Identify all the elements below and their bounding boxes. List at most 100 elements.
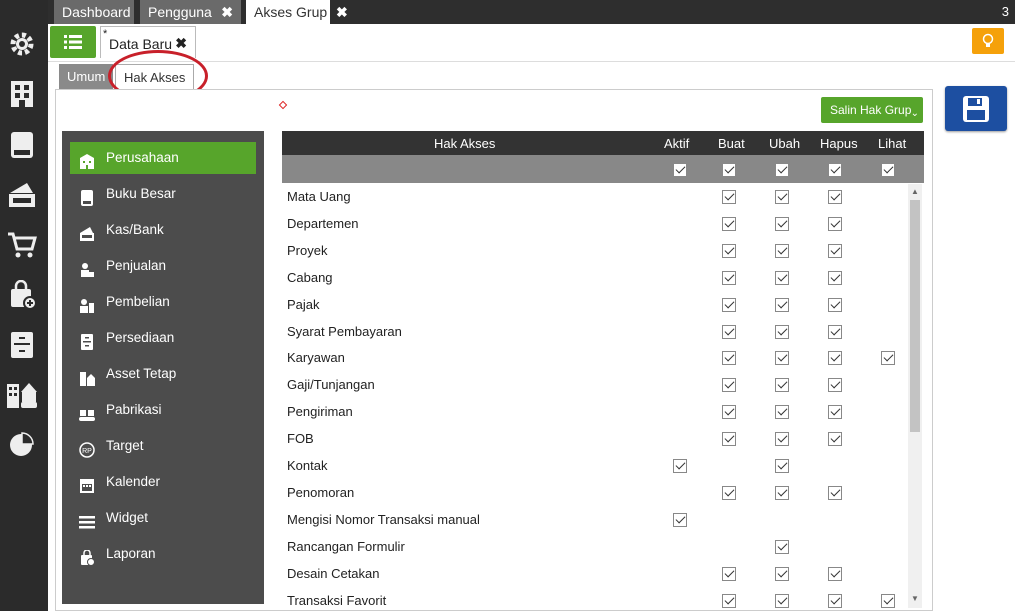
hapus-checkbox[interactable]: [828, 351, 842, 366]
close-icon[interactable]: ✖: [175, 35, 187, 52]
building-icon: [79, 150, 95, 169]
menu-item-kas-bank[interactable]: Kas/Bank: [70, 214, 256, 246]
company-icon[interactable]: [5, 77, 39, 111]
hapus-checkbox[interactable]: [828, 216, 842, 231]
menu-item-persediaan[interactable]: Persediaan: [70, 322, 256, 354]
select-all-ubah-checkbox[interactable]: [775, 163, 789, 177]
tips-button[interactable]: [972, 28, 1004, 54]
asset-icon[interactable]: [5, 378, 39, 412]
ubah-checkbox[interactable]: [775, 270, 789, 285]
hapus-checkbox[interactable]: [828, 593, 842, 608]
hapus-checkbox[interactable]: [828, 485, 842, 500]
tab-dashboard[interactable]: Dashboard: [54, 0, 134, 24]
table-row: Transaksi Favorit: [282, 587, 906, 614]
menu-item-pabrikasi[interactable]: Pabrikasi: [70, 394, 256, 426]
tab-hak-akses[interactable]: Hak Akses: [115, 64, 195, 91]
ubah-checkbox[interactable]: [775, 432, 789, 447]
close-icon[interactable]: ✖: [336, 4, 348, 20]
buat-checkbox[interactable]: [722, 351, 736, 366]
buat-checkbox[interactable]: [722, 297, 736, 312]
buat-checkbox[interactable]: [722, 405, 736, 420]
menu-item-pembelian[interactable]: Pembelian: [70, 286, 256, 318]
aktif-checkbox[interactable]: [673, 459, 687, 473]
doc-tab-data-baru[interactable]: * Data Baru ✖: [100, 26, 196, 58]
select-all-hapus-checkbox[interactable]: [828, 163, 842, 177]
menu-item-target[interactable]: RP Target: [70, 430, 256, 462]
settings-icon[interactable]: [5, 27, 39, 61]
salin-hak-grup-button[interactable]: Salin Hak Grup ⌄: [821, 97, 923, 123]
hapus-checkbox[interactable]: [828, 270, 842, 285]
buat-checkbox[interactable]: [722, 243, 736, 258]
ubah-checkbox[interactable]: [775, 485, 789, 500]
hapus-checkbox[interactable]: [828, 324, 842, 339]
menu-item-buku-besar[interactable]: Buku Besar: [70, 178, 256, 210]
ubah-checkbox[interactable]: [775, 324, 789, 339]
grid-scrollbar[interactable]: ▲ ▼: [908, 184, 922, 608]
tab-pengguna-label: Pengguna: [148, 4, 212, 20]
buat-checkbox[interactable]: [722, 593, 736, 608]
row-label: Karyawan: [287, 350, 345, 366]
hapus-checkbox[interactable]: [828, 297, 842, 312]
ubah-checkbox[interactable]: [775, 297, 789, 312]
hapus-checkbox[interactable]: [828, 566, 842, 581]
column-header-buat: Buat: [718, 136, 745, 151]
scroll-up-icon[interactable]: ▲: [911, 187, 919, 196]
ubah-checkbox[interactable]: [775, 405, 789, 420]
menu-item-label: Kalender: [106, 474, 161, 489]
buat-checkbox[interactable]: [722, 324, 736, 339]
cart-icon[interactable]: [5, 228, 39, 262]
menu-item-kalender[interactable]: Kalender: [70, 466, 256, 498]
tab-umum[interactable]: Umum: [59, 64, 114, 90]
widget-icon: [79, 510, 95, 529]
buat-checkbox[interactable]: [722, 432, 736, 447]
ubah-checkbox[interactable]: [775, 351, 789, 366]
scroll-thumb[interactable]: [910, 200, 920, 432]
menu-item-label: Perusahaan: [106, 150, 179, 165]
ubah-checkbox[interactable]: [775, 593, 789, 608]
menu-item-perusahaan[interactable]: Perusahaan: [70, 142, 256, 174]
select-all-buat-checkbox[interactable]: [722, 163, 736, 177]
ubah-checkbox[interactable]: [775, 378, 789, 393]
ubah-checkbox[interactable]: [775, 566, 789, 581]
close-icon[interactable]: ✖: [221, 0, 233, 24]
hapus-checkbox[interactable]: [828, 405, 842, 420]
lihat-checkbox[interactable]: [881, 351, 895, 366]
tab-akses-grup-close[interactable]: ✖: [330, 0, 356, 24]
hapus-checkbox[interactable]: [828, 432, 842, 447]
aktif-checkbox[interactable]: [673, 512, 687, 527]
inventory-icon[interactable]: [5, 328, 39, 362]
chart-pie-icon[interactable]: [5, 427, 39, 461]
hapus-checkbox[interactable]: [828, 378, 842, 393]
ubah-checkbox[interactable]: [775, 243, 789, 258]
menu-item-widget[interactable]: Widget: [70, 502, 256, 534]
ubah-checkbox[interactable]: [775, 216, 789, 231]
buat-checkbox[interactable]: [722, 485, 736, 500]
buat-checkbox[interactable]: [722, 216, 736, 231]
save-button[interactable]: [945, 86, 1007, 131]
tab-pengguna[interactable]: Pengguna ✖: [140, 0, 241, 24]
row-label: Mengisi Nomor Transaksi manual: [287, 511, 480, 527]
scroll-down-icon[interactable]: ▼: [911, 594, 919, 603]
ledger-icon[interactable]: [5, 128, 39, 162]
cash-icon[interactable]: [5, 178, 39, 212]
lihat-checkbox[interactable]: [881, 593, 895, 608]
ubah-checkbox[interactable]: [775, 190, 789, 204]
buat-checkbox[interactable]: [722, 190, 736, 204]
lightbulb-icon: [982, 33, 994, 47]
select-all-aktif-checkbox[interactable]: [673, 163, 687, 177]
menu-item-penjualan[interactable]: Penjualan: [70, 250, 256, 282]
menu-item-asset-tetap[interactable]: Asset Tetap: [70, 358, 256, 390]
buat-checkbox[interactable]: [722, 378, 736, 393]
hapus-checkbox[interactable]: [828, 190, 842, 204]
menu-item-laporan[interactable]: Laporan: [70, 538, 256, 570]
ubah-checkbox[interactable]: [775, 539, 789, 554]
select-all-lihat-checkbox[interactable]: [881, 163, 895, 177]
buat-checkbox[interactable]: [722, 566, 736, 581]
buat-checkbox[interactable]: [722, 270, 736, 285]
cash-bank-icon: [79, 222, 95, 241]
ubah-checkbox[interactable]: [775, 459, 789, 473]
purchase-bag-icon[interactable]: [5, 278, 39, 312]
hapus-checkbox[interactable]: [828, 243, 842, 258]
list-view-button[interactable]: [50, 26, 96, 58]
table-row: Cabang: [282, 264, 906, 291]
